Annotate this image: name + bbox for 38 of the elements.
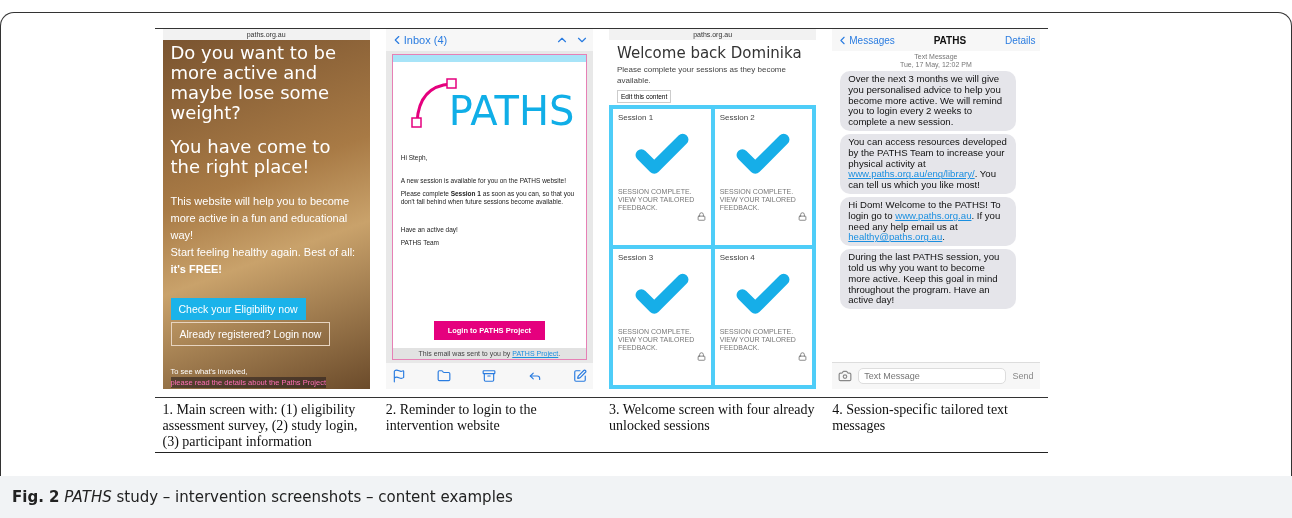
- folder-icon[interactable]: [437, 369, 452, 383]
- message-bubble: You can access resources developed by the PATHS Team to increase your physical activity at www.paths.org.au/eng/library/. You can tell us which you like most!: [840, 134, 1017, 194]
- screen-caption: 1. Main screen with: (1) eligibility assessment survey, (2) study login, (3) participant information: [161, 402, 359, 450]
- figure-caption: Fig. 2 PATHS study – intervention screenshots – content examples: [12, 488, 513, 506]
- session-label: Session 1: [618, 113, 655, 122]
- screen-caption: 3. Welcome screen with four already unlocked sessions: [608, 402, 816, 435]
- intro-paragraph: This website will help you to become more active in a fun and educational way! Start feeling healthy again. Best of all: it's FREE!: [170, 194, 357, 277]
- message-input[interactable]: Text Message: [858, 368, 1007, 384]
- lock-icon: [696, 212, 706, 221]
- headline: Do you want to be more active and maybe lose some weight?: [170, 43, 338, 123]
- screen-caption: 2. Reminder to login to the intervention website: [384, 402, 538, 435]
- screen-caption: 4. Session-specific tailored text messages: [831, 402, 1009, 435]
- back-link[interactable]: Messages: [836, 33, 895, 47]
- logo-text: PATHS: [448, 92, 575, 130]
- session-label: Session 2: [719, 113, 756, 122]
- send-button[interactable]: Send: [1012, 371, 1034, 381]
- flag-icon[interactable]: [391, 369, 406, 383]
- message-link[interactable]: www.paths.org.au/eng/library/: [848, 168, 975, 180]
- headline: You have come to the right place!: [170, 137, 332, 177]
- login-button[interactable]: Already registered? Login now: [170, 322, 331, 346]
- lock-icon: [798, 212, 808, 221]
- lock-icon: [696, 352, 706, 361]
- conversation-title: PATHS: [933, 34, 967, 46]
- session-label: Session 4: [719, 253, 756, 262]
- details-link[interactable]: Details: [1004, 34, 1036, 46]
- reply-icon[interactable]: [527, 369, 542, 383]
- welcome-subtitle: Please complete your sessions as they become available.: [616, 64, 787, 86]
- lock-icon: [798, 352, 808, 361]
- message-bubble: During the last PATHS session, you told us why you want to become more active. Keep this goal in mind throughout the program. Have an active day!: [840, 249, 1017, 310]
- compose-icon[interactable]: [573, 369, 587, 383]
- welcome-title: Welcome back Dominika: [616, 43, 803, 64]
- back-link[interactable]: Inbox (4): [389, 33, 448, 47]
- message-bubble: Hi Dom! Welcome to the PATHS! To login go to www.paths.org.au. If you need any help email us at healthy@paths.org.au.: [840, 196, 1017, 247]
- archive-icon[interactable]: [482, 369, 497, 383]
- session-label: Session 3: [618, 253, 655, 262]
- camera-icon[interactable]: [838, 369, 853, 383]
- eligibility-button[interactable]: Check your Eligibility now: [170, 298, 306, 320]
- message-bubble: Over the next 3 months we will give you personalised advice to help you become more active. We will remind you to login every 2 weeks to complete a new session.: [840, 71, 1017, 131]
